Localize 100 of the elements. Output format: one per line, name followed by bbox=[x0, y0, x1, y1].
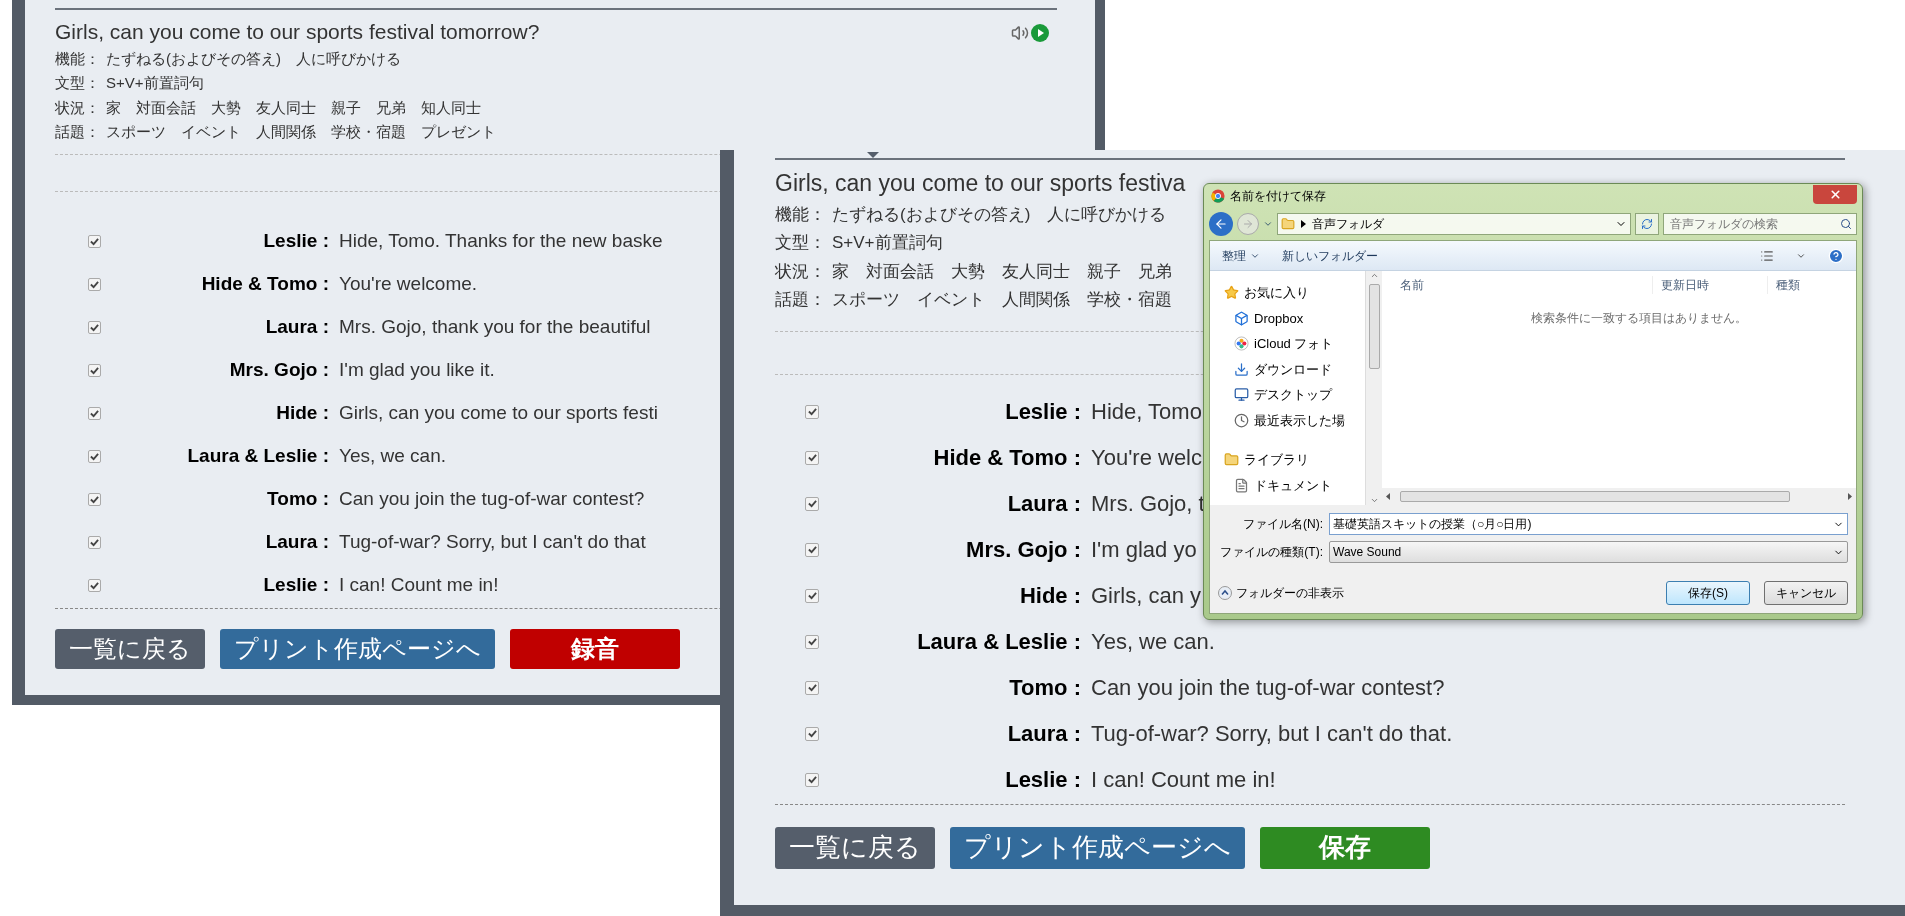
check-icon bbox=[807, 775, 817, 784]
back-button[interactable] bbox=[1209, 212, 1233, 236]
scroll-up-icon[interactable] bbox=[1369, 271, 1379, 280]
refresh-icon bbox=[1641, 218, 1653, 230]
checkbox[interactable] bbox=[88, 320, 101, 334]
dialogue-line: Girls, can you come to our sports festi bbox=[339, 400, 658, 425]
action-button[interactable]: 保存 bbox=[1260, 826, 1430, 869]
nav-item[interactable]: ライブラリ bbox=[1224, 450, 1365, 470]
checkbox[interactable] bbox=[805, 726, 819, 741]
search-icon bbox=[1840, 218, 1852, 230]
checkbox[interactable] bbox=[805, 404, 819, 419]
column-header[interactable]: 種類 bbox=[1767, 276, 1800, 294]
info-label: 機能： bbox=[55, 48, 100, 69]
help-icon[interactable] bbox=[1828, 247, 1844, 264]
scroll-thumb[interactable] bbox=[1368, 284, 1380, 369]
speaker-name: Hide & Tomo : bbox=[932, 444, 1081, 472]
speaker-name: Laura & Leslie : bbox=[916, 628, 1081, 656]
info-text: たずねる(およびその答え) 人に呼びかける bbox=[832, 203, 1167, 226]
dialog-button[interactable]: キャンセル bbox=[1764, 581, 1848, 605]
info-text: S+V+前置詞句 bbox=[106, 73, 204, 93]
nav-item[interactable]: iCloud フォト bbox=[1224, 334, 1365, 354]
toolbar-button[interactable]: 整理 bbox=[1222, 246, 1260, 265]
check-icon bbox=[807, 407, 817, 416]
filename-field[interactable]: 基礎英語スキットの授業（○月○日用) bbox=[1329, 513, 1848, 535]
checkbox[interactable] bbox=[88, 578, 101, 592]
dialogue-line: I'm glad yo bbox=[1091, 536, 1197, 564]
checkbox[interactable] bbox=[805, 634, 819, 649]
dialogue-line: Hide, Tomo. Thanks for the new baske bbox=[339, 228, 663, 253]
checkbox[interactable] bbox=[805, 450, 819, 465]
action-button[interactable]: プリント作成ページへ bbox=[220, 628, 495, 669]
speaker-name: Hide : bbox=[275, 400, 329, 425]
info-text: 家 対面会話 大勢 友人同士 親子 兄弟 bbox=[832, 260, 1172, 283]
checkbox[interactable] bbox=[88, 535, 101, 549]
scroll-right-icon[interactable] bbox=[1848, 493, 1852, 500]
star-icon bbox=[1224, 285, 1239, 301]
checkbox[interactable] bbox=[88, 492, 101, 506]
address-bar[interactable]: 音声フォルダ bbox=[1277, 213, 1631, 235]
browser-icon bbox=[1211, 189, 1225, 203]
checkbox[interactable] bbox=[805, 680, 819, 695]
dialog-button[interactable]: 保存(S) bbox=[1666, 581, 1750, 605]
toolbar-button[interactable]: 新しいフォルダー bbox=[1282, 246, 1378, 265]
info-label: 文型： bbox=[775, 232, 826, 254]
check-icon bbox=[90, 408, 99, 418]
checkbox[interactable] bbox=[88, 406, 101, 420]
dialogue-line: You're welcome. bbox=[339, 271, 478, 296]
refresh-button[interactable] bbox=[1635, 213, 1659, 235]
checkbox[interactable] bbox=[88, 363, 101, 377]
horizontal-scrollbar[interactable] bbox=[1382, 488, 1856, 505]
nav-item[interactable]: デスクトップ bbox=[1224, 385, 1365, 405]
speaker-name: Mrs. Gojo : bbox=[965, 536, 1081, 564]
action-button[interactable]: 一覧に戻る bbox=[775, 826, 935, 869]
filetype-select[interactable]: Wave Sound bbox=[1329, 541, 1848, 563]
check-icon bbox=[90, 494, 99, 504]
hide-folders-toggle[interactable]: フォルダーの非表示 bbox=[1218, 584, 1344, 602]
dialogue-line: Tug-of-war? Sorry, but I can't do that. bbox=[1091, 720, 1453, 748]
scroll-thumb[interactable] bbox=[1400, 491, 1790, 502]
dialogue-line: Can you join the tug-of-war contest? bbox=[1091, 674, 1445, 702]
dialogue-line: I can! Count me in! bbox=[1091, 766, 1276, 794]
nav-item[interactable]: ドキュメント bbox=[1224, 475, 1365, 495]
breadcrumb-folder[interactable]: 音声フォルダ bbox=[1312, 215, 1384, 233]
nav-item[interactable]: 最近表示した場 bbox=[1224, 410, 1365, 430]
info-text: スポーツ イベント 人間関係 学校・宿題 bbox=[832, 289, 1172, 311]
info-label: 文型： bbox=[55, 73, 100, 93]
check-icon bbox=[807, 591, 817, 600]
check-icon bbox=[807, 683, 817, 692]
check-icon bbox=[90, 279, 99, 289]
checkbox[interactable] bbox=[805, 542, 819, 557]
dialogue-line: Tug-of-war? Sorry, but I can't do that bbox=[339, 529, 646, 554]
checkbox[interactable] bbox=[805, 588, 819, 603]
history-dropdown-icon[interactable] bbox=[1263, 219, 1273, 229]
checkbox[interactable] bbox=[88, 234, 101, 248]
scroll-left-icon[interactable] bbox=[1386, 493, 1390, 500]
check-icon bbox=[90, 537, 99, 547]
search-field[interactable]: 音声フォルダの検索 bbox=[1663, 213, 1857, 235]
close-button[interactable] bbox=[1813, 184, 1857, 204]
play-icon[interactable] bbox=[1031, 24, 1049, 42]
nav-item[interactable]: Dropbox bbox=[1224, 308, 1365, 328]
check-icon bbox=[807, 499, 817, 508]
info-text: スポーツ イベント 人間関係 学校・宿題 プレゼント bbox=[106, 122, 496, 142]
action-button[interactable]: 一覧に戻る bbox=[55, 628, 205, 669]
vertical-scrollbar[interactable] bbox=[1365, 271, 1382, 505]
checkbox[interactable] bbox=[805, 496, 819, 511]
checkbox[interactable] bbox=[88, 277, 101, 291]
action-button[interactable]: 録音 bbox=[510, 628, 680, 669]
flower-icon bbox=[1234, 336, 1249, 352]
info-label: 状況： bbox=[55, 97, 100, 118]
monitor-icon bbox=[1234, 387, 1249, 403]
speaker-icon[interactable] bbox=[1011, 24, 1029, 42]
nav-item[interactable]: お気に入り bbox=[1224, 283, 1365, 303]
action-button[interactable]: プリント作成ページへ bbox=[950, 826, 1245, 869]
check-icon bbox=[90, 322, 99, 332]
scroll-down-icon[interactable] bbox=[1369, 496, 1379, 505]
check-icon bbox=[90, 365, 99, 375]
column-header[interactable]: 更新日時 bbox=[1652, 276, 1767, 294]
column-header[interactable]: 名前 bbox=[1382, 276, 1652, 294]
checkbox[interactable] bbox=[88, 449, 101, 463]
nav-item[interactable]: ダウンロード bbox=[1224, 359, 1365, 379]
view-options-icon[interactable] bbox=[1760, 248, 1774, 263]
checkbox[interactable] bbox=[805, 772, 819, 787]
dialogue-line: I can! Count me in! bbox=[339, 572, 499, 597]
